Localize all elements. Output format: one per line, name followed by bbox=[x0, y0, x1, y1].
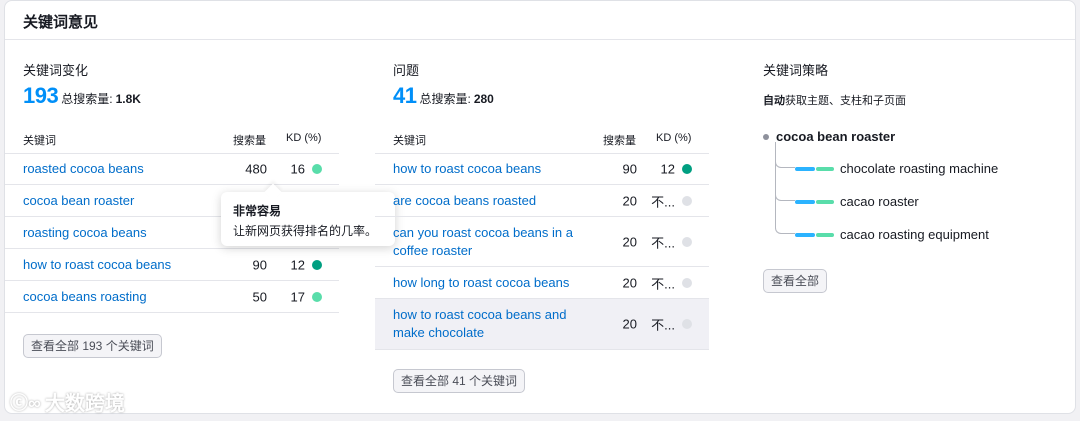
variations-summary: 193 总搜索量: 1.8K bbox=[23, 83, 141, 109]
view-all-questions-button[interactable]: 查看全部 41 个关键词 bbox=[393, 369, 526, 393]
tree-child-label[interactable]: chocolate roasting machine bbox=[840, 161, 998, 176]
keyword-link[interactable]: how to roast cocoa beans bbox=[23, 256, 171, 274]
variations-title: 关键词变化 bbox=[23, 63, 89, 78]
variations-volume-label: 总搜索量: bbox=[61, 92, 113, 106]
table-row: how to roast cocoa beans and make chocol… bbox=[375, 299, 709, 350]
kd-tooltip: 非常容易 让新网页获得排名的几率。 bbox=[221, 183, 395, 246]
keyword-link[interactable]: roasted cocoa beans bbox=[23, 160, 144, 178]
pillar-bar-green bbox=[816, 200, 834, 204]
strategy-subtitle-rest: 获取主题、支柱和子页面 bbox=[785, 95, 906, 107]
volume-value: 20 bbox=[622, 275, 637, 290]
header-volume[interactable]: 搜索量 bbox=[233, 132, 266, 148]
volume-value: 20 bbox=[622, 316, 637, 332]
questions-summary: 41 总搜索量: 280 bbox=[393, 83, 494, 109]
volume-value: 50 bbox=[252, 289, 267, 304]
table-row: how long to roast cocoa beans 20 不... bbox=[375, 267, 709, 299]
variations-volume-value: 1.8K bbox=[115, 92, 141, 106]
table-row: are cocoa beans roasted 20 不... bbox=[375, 185, 709, 217]
questions-section: 问题 41 总搜索量: 280 关键词 搜索量 KD (%) how to ro… bbox=[375, 39, 715, 415]
pillar-bar-green bbox=[816, 167, 834, 171]
questions-table-header: 关键词 搜索量 KD (%) bbox=[375, 132, 709, 148]
questions-volume-value: 280 bbox=[473, 92, 494, 106]
keyword-link[interactable]: are cocoa beans roasted bbox=[393, 192, 593, 210]
keyword-link[interactable]: cocoa beans roasting bbox=[23, 288, 147, 306]
keyword-link[interactable]: roasting cocoa beans bbox=[23, 224, 147, 242]
keyword-link[interactable]: how long to roast cocoa beans bbox=[393, 274, 593, 292]
pillar-bar-blue bbox=[795, 233, 815, 237]
table-row: roasted cocoa beans 480 16 bbox=[5, 153, 339, 185]
kd-value: 不... bbox=[651, 317, 675, 333]
tree-root-dot bbox=[763, 134, 769, 140]
kd-value: 不... bbox=[651, 276, 675, 291]
kd-value: 12 bbox=[660, 161, 675, 177]
tooltip-text: 让新网页获得排名的几率。 bbox=[233, 224, 378, 238]
variations-table-header: 关键词 搜索量 KD (%) bbox=[5, 132, 339, 148]
header-keyword: 关键词 bbox=[393, 135, 426, 147]
table-row: how to roast cocoa beans 90 12 bbox=[375, 153, 709, 185]
strategy-subtitle: 自动获取主题、支柱和子页面 bbox=[763, 92, 906, 108]
keyword-link[interactable]: cocoa bean roaster bbox=[23, 192, 134, 210]
pillar-bar-blue bbox=[795, 167, 815, 171]
kd-indicator-dot bbox=[312, 259, 322, 270]
kd-indicator-dot bbox=[682, 164, 692, 174]
watermark-logo-icon: ⓒ∞ bbox=[10, 392, 41, 413]
volume-value: 20 bbox=[622, 193, 637, 208]
variations-count[interactable]: 193 bbox=[23, 83, 59, 109]
watermark-text: 大数跨境 bbox=[44, 393, 125, 415]
table-row: how to roast cocoa beans 90 12 bbox=[5, 249, 339, 281]
tooltip-title: 非常容易 bbox=[233, 204, 282, 218]
keyword-link[interactable]: how to roast cocoa beans and make chocol… bbox=[393, 306, 593, 342]
kd-indicator-dot bbox=[312, 164, 322, 174]
kd-value: 不... bbox=[651, 235, 675, 250]
header-volume[interactable]: 搜索量 bbox=[603, 132, 636, 148]
strategy-subtitle-bold: 自动 bbox=[763, 95, 785, 107]
header-kd[interactable]: KD (%) bbox=[656, 132, 691, 144]
table-row: can you roast cocoa beans in a coffee ro… bbox=[375, 217, 709, 267]
keyword-ideas-card: 关键词意见 关键词变化 193 总搜索量: 1.8K 关键词 搜索量 KD (%… bbox=[4, 0, 1076, 414]
card-title: 关键词意见 bbox=[23, 14, 99, 31]
kd-indicator-dot bbox=[682, 277, 692, 288]
kd-indicator-dot bbox=[682, 319, 692, 329]
kd-indicator-dot bbox=[682, 236, 692, 247]
keyword-link[interactable]: how to roast cocoa beans bbox=[393, 160, 593, 178]
kd-indicator-dot bbox=[312, 291, 322, 302]
view-all-variations-button[interactable]: 查看全部 193 个关键词 bbox=[23, 334, 162, 358]
pillar-bar-blue bbox=[795, 200, 815, 204]
kd-indicator-dot bbox=[682, 195, 692, 206]
pillar-bar-green bbox=[816, 233, 834, 237]
header-kd[interactable]: KD (%) bbox=[286, 132, 321, 144]
watermark: ⓒ∞ 大数跨境 bbox=[10, 387, 125, 416]
questions-title: 问题 bbox=[393, 63, 420, 78]
volume-value: 480 bbox=[245, 161, 267, 177]
kd-value: 不... bbox=[651, 194, 675, 209]
questions-count[interactable]: 41 bbox=[393, 83, 417, 109]
volume-value: 90 bbox=[252, 257, 267, 272]
volume-value: 20 bbox=[622, 234, 637, 249]
strategy-title: 关键词策略 bbox=[763, 63, 829, 78]
keyword-link[interactable]: can you roast cocoa beans in a coffee ro… bbox=[393, 224, 593, 260]
tree-child-label[interactable]: cacao roasting equipment bbox=[840, 227, 989, 242]
kd-value: 16 bbox=[290, 161, 305, 177]
tree-connector bbox=[775, 142, 795, 234]
tree-child-label[interactable]: cacao roaster bbox=[840, 194, 919, 209]
table-row: cocoa beans roasting 50 17 bbox=[5, 281, 339, 313]
view-all-strategy-button[interactable]: 查看全部 bbox=[763, 269, 828, 293]
kd-value: 17 bbox=[290, 289, 305, 304]
kd-value: 12 bbox=[290, 257, 305, 272]
keyword-strategy-section: 关键词策略 自动获取主题、支柱和子页面 cocoa bean roaster c… bbox=[745, 39, 1065, 415]
questions-volume-label: 总搜索量: bbox=[419, 92, 471, 106]
header-keyword: 关键词 bbox=[23, 135, 56, 147]
volume-value: 90 bbox=[622, 161, 637, 177]
